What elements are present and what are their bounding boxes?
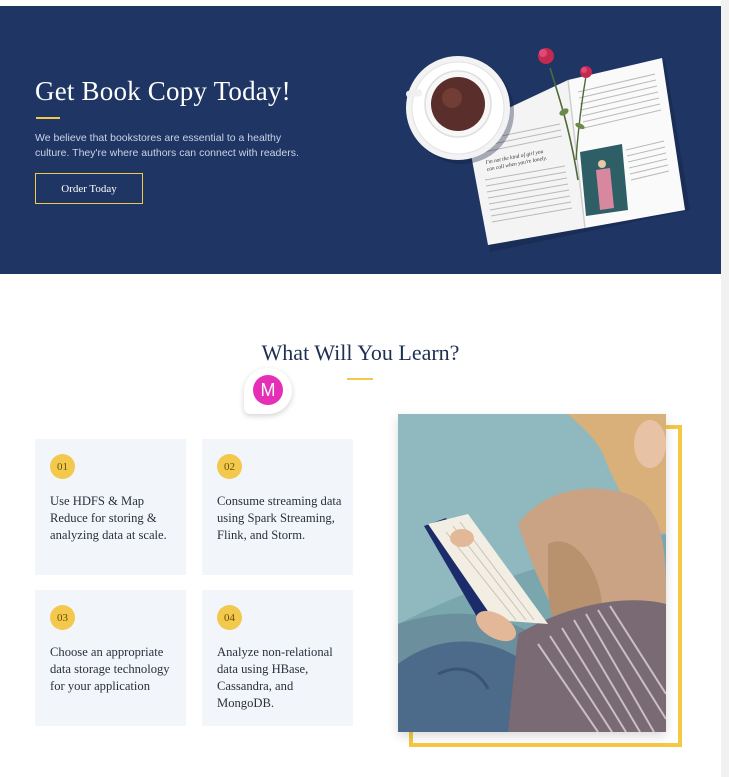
learn-card-04: 04 Analyze non-relational data using HBa… [202,590,353,726]
hero-title: Get Book Copy Today! [35,76,291,106]
coffee-and-book-image: I'm not the kind of girl you can call wh… [406,48,690,252]
page-scrollbar[interactable] [721,0,729,777]
learn-card-03: 03 Choose an appropriate data storage te… [35,590,186,726]
learn-card-02: 02 Consume streaming data using Spark St… [202,439,353,575]
chat-avatar-button[interactable]: M [244,368,292,414]
learn-card-01: 01 Use HDFS & Map Reduce for storing & a… [35,439,186,575]
avatar-letter: M [253,375,283,405]
card-text: Choose an appropriate data storage techn… [50,645,170,693]
woman-reading-photo [398,414,666,732]
section-title-accent [347,378,373,380]
card-number-badge: 02 [217,454,242,479]
hero-title-accent [36,117,60,119]
card-number-badge: 01 [50,454,75,479]
card-text: Analyze non-relational data using HBase,… [217,645,333,710]
hero-description: We believe that bookstores are essential… [35,132,299,159]
card-number-badge: 03 [50,605,75,630]
section-title: What Will You Learn? [261,340,460,365]
card-text: Consume streaming data using Spark Strea… [217,494,342,542]
hero-banner: Get Book Copy Today! We believe that boo… [0,6,721,274]
card-number-badge: 04 [217,605,242,630]
order-today-button[interactable]: Order Today [35,173,143,204]
card-text: Use HDFS & Map Reduce for storing & anal… [50,494,167,542]
